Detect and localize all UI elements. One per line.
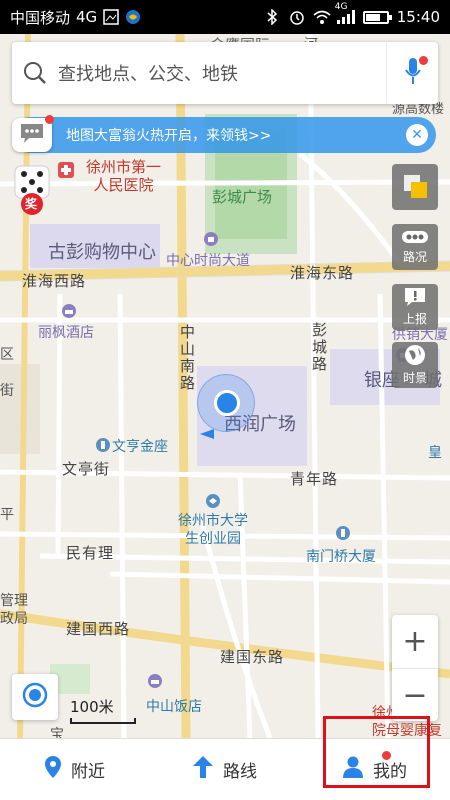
road-pengcheng: 彭城路	[312, 321, 328, 373]
timeline-label: 时景	[402, 371, 427, 385]
globe-icon	[404, 344, 426, 369]
locate-icon	[22, 682, 48, 712]
road-jianguo-east: 建国东路	[220, 648, 285, 666]
promo-banner-text[interactable]: 地图大富翁火热开启，来领钱>>	[66, 125, 406, 145]
network-label: 4G	[76, 8, 98, 26]
nav-route-label: 路线	[223, 762, 257, 782]
battery-icon	[362, 10, 392, 24]
road-wenting: 文亭街	[62, 460, 111, 478]
map-scale: 100米	[70, 696, 136, 724]
map-label-left-jie: 街	[0, 383, 14, 399]
nav-route[interactable]: 路线	[150, 739, 300, 800]
map-label-park: 彭城广场	[212, 188, 273, 206]
close-icon: ✕	[411, 127, 423, 143]
map-label-wenheng: 文亨金座	[112, 439, 168, 455]
zoom-in-button[interactable]: +	[392, 615, 438, 668]
search-bar[interactable]: 查找地点、公交、地铁	[12, 42, 438, 104]
wifi-icon	[313, 9, 331, 25]
notification-dot	[419, 56, 428, 65]
scale-bar	[70, 718, 136, 724]
locate-me-button[interactable]	[12, 674, 58, 720]
report-button[interactable]: 上报	[392, 284, 438, 330]
chat-bubble-icon	[19, 122, 45, 148]
voice-search-button[interactable]	[386, 42, 438, 104]
map-label-left-ju: 政局	[0, 611, 28, 627]
alarm-icon	[289, 9, 305, 25]
route-arrow-icon	[193, 756, 213, 783]
road-huaihai-east: 淮海东路	[290, 264, 355, 282]
traffic-label: 路况	[402, 250, 427, 264]
map-label-left-bao: 宝	[50, 727, 64, 738]
cell-signal-icon: 4G	[335, 2, 355, 24]
traffic-icon	[401, 229, 429, 248]
nav-mine-label: 我的	[373, 762, 407, 782]
search-input[interactable]: 查找地点、公交、地铁	[58, 60, 386, 86]
road-jianguo-west: 建国西路	[66, 620, 131, 638]
bluetooth-icon	[265, 8, 281, 26]
map-label-lifeng: 丽枫酒店	[38, 325, 94, 341]
map-label-hospital: 徐州市第一 人民医院	[86, 158, 162, 194]
scale-label: 100米	[70, 698, 114, 716]
map-label-left-ping: 平	[0, 507, 14, 523]
timeline-button[interactable]: 时景	[392, 342, 438, 388]
mine-notification-dot	[382, 751, 391, 760]
prize-label: 奖	[25, 197, 38, 211]
map-label-nanmen: 南门桥大厦	[306, 549, 376, 565]
map-label-left-guanli: 管理	[0, 593, 28, 609]
map-label-zhongshan-hotel: 中山饭店	[146, 699, 202, 715]
road-zhongshan-south: 中山南路	[180, 323, 196, 392]
zoom-out-button[interactable]: −	[392, 668, 438, 721]
status-bar: 中国移动 4G 4G 15:40	[0, 0, 450, 34]
map-label-zhongxin: 中心时尚大道	[166, 253, 250, 269]
message-button[interactable]	[12, 115, 54, 152]
signal-network-label: 4G	[334, 2, 348, 12]
nav-nearby[interactable]: 附近	[0, 739, 150, 800]
message-notification-dot	[45, 115, 54, 124]
report-label: 上报	[402, 312, 427, 326]
current-location-marker	[214, 390, 240, 416]
road-youyou: 民有理	[66, 544, 115, 562]
promo-banner[interactable]: 地图大富翁火热开启，来领钱>> ✕	[12, 117, 436, 153]
search-icon	[12, 42, 58, 104]
clock: 15:40	[396, 8, 440, 26]
carrier-label: 中国移动	[10, 8, 71, 27]
user-icon	[343, 756, 363, 783]
heading-arrow-icon	[200, 424, 214, 443]
app-notification-icon	[125, 9, 141, 25]
layers-button[interactable]	[392, 164, 438, 210]
road-huaihai-west: 淮海西路	[22, 272, 87, 290]
map-label-chuangye: 徐州市大学 生创业园	[178, 513, 248, 547]
location-pin-icon	[45, 756, 61, 783]
map-label-huang: 皇	[428, 445, 442, 461]
road-qingnian: 青年路	[290, 470, 339, 488]
zoom-control: + −	[392, 615, 438, 721]
map-label-gupeng-mall: 古彭购物中心	[48, 242, 156, 263]
map-label-left-qu: 区	[0, 347, 14, 363]
banner-close-button[interactable]: ✕	[406, 124, 428, 146]
nav-mine[interactable]: 我的	[300, 739, 450, 800]
lottery-prize-button[interactable]: 奖	[12, 164, 54, 216]
bottom-nav: 附近 路线 我的	[0, 738, 450, 800]
report-icon	[404, 287, 426, 310]
layers-icon	[402, 173, 428, 202]
image-icon	[103, 9, 119, 25]
nav-nearby-label: 附近	[71, 762, 105, 782]
traffic-button[interactable]: 路况	[392, 224, 438, 270]
